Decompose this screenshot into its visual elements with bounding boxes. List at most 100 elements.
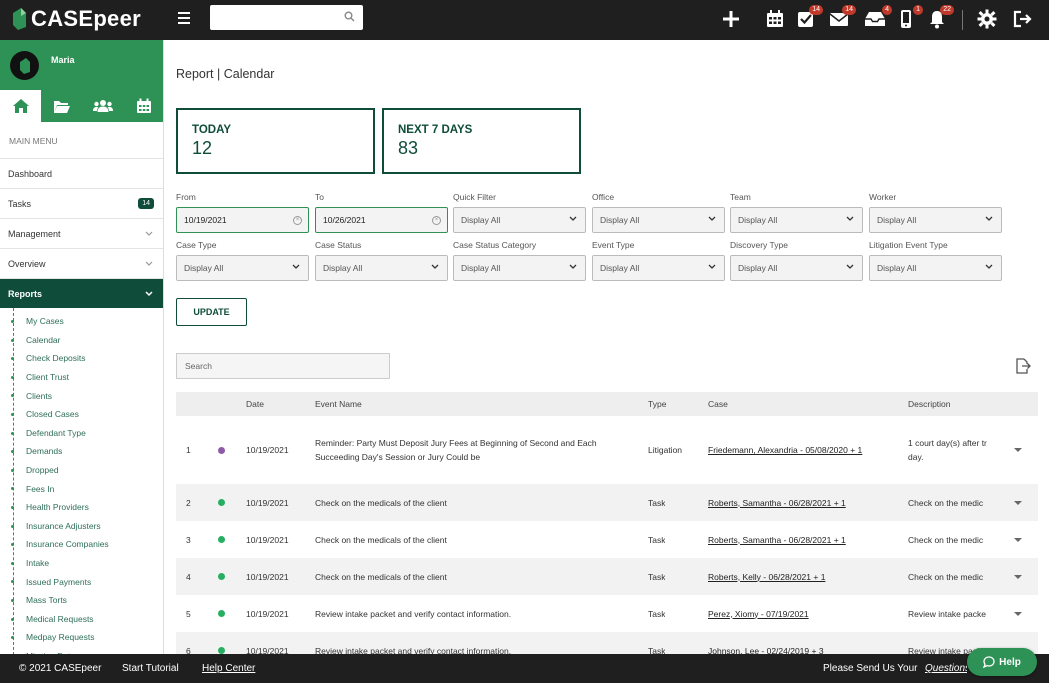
casepeer-logo[interactable]: CASEpeer xyxy=(10,4,141,34)
team-select[interactable]: Display All xyxy=(730,207,863,233)
report-link-missing-dates[interactable]: Missing Dates xyxy=(26,647,163,654)
office-label: Office xyxy=(592,192,615,202)
report-link-intake[interactable]: Intake xyxy=(11,554,163,573)
table-row[interactable]: 5 10/19/2021 Review intake packet and veri… xyxy=(176,595,1038,632)
report-link-client-trust[interactable]: Client Trust xyxy=(11,368,163,387)
to-date-input[interactable]: 10/26/2021 × xyxy=(315,207,448,233)
export-icon[interactable] xyxy=(1015,358,1031,374)
add-icon[interactable] xyxy=(720,8,742,30)
table-row[interactable]: 3 10/19/2021 Check on the medicals of the … xyxy=(176,521,1038,558)
event-date: 10/19/2021 xyxy=(246,534,289,545)
office-select[interactable]: Display All xyxy=(592,207,725,233)
help-center-link[interactable]: Help Center xyxy=(202,663,255,674)
worker-select[interactable]: Display All xyxy=(869,207,1002,233)
help-button[interactable]: Help xyxy=(967,648,1037,676)
sidebar-item-reports[interactable]: Reports xyxy=(0,278,163,308)
sidebar-item-tasks[interactable]: Tasks 14 xyxy=(0,188,163,218)
case-status-category-select[interactable]: Display All xyxy=(453,255,586,281)
event-type-select[interactable]: Display All xyxy=(592,255,725,281)
row-expand-icon[interactable] xyxy=(1014,448,1022,452)
case-link[interactable]: Perez, Xiomy - 07/19/2021 xyxy=(708,595,892,632)
row-expand-icon[interactable] xyxy=(1014,611,1022,616)
row-expand-icon[interactable] xyxy=(1014,500,1022,505)
tasks-icon[interactable]: 14 xyxy=(795,5,823,30)
from-date-input[interactable]: 10/19/2021 × xyxy=(176,207,309,233)
sidebar-item-dashboard[interactable]: Dashboard xyxy=(0,158,163,188)
case-status-select[interactable]: Display All xyxy=(315,255,448,281)
case-link[interactable]: Johnson, Lee - 02/24/2019 + 3 xyxy=(708,632,892,655)
gear-icon[interactable] xyxy=(976,8,998,30)
case-link[interactable]: Roberts, Kelly - 06/28/2021 + 1 xyxy=(708,558,892,595)
search-placeholder: Search xyxy=(185,361,212,371)
questions-link[interactable]: Questions xyxy=(925,663,967,674)
sidebar-item-label: Dashboard xyxy=(8,168,53,179)
report-link-issued-payments[interactable]: Issued Payments xyxy=(11,572,163,591)
avatar[interactable] xyxy=(10,51,39,80)
row-expand-icon[interactable] xyxy=(1014,574,1022,579)
event-name-header[interactable]: Event Name xyxy=(315,392,362,416)
logout-icon[interactable] xyxy=(1012,8,1034,30)
case-link[interactable]: Friedemann, Alexandria - 05/08/2020 + 1 xyxy=(708,416,892,484)
row-expand-icon[interactable] xyxy=(1014,537,1022,542)
discovery-type-select[interactable]: Display All xyxy=(730,255,863,281)
report-link-closed-cases[interactable]: Closed Cases xyxy=(11,405,163,424)
report-link-calendar[interactable]: Calendar xyxy=(11,331,163,350)
clear-icon[interactable]: × xyxy=(293,216,302,225)
table-body: 1 10/19/2021 Reminder: Party Must Deposit … xyxy=(176,416,1038,654)
report-link-check-deposits[interactable]: Check Deposits xyxy=(11,349,163,368)
report-link-demands[interactable]: Demands xyxy=(11,442,163,461)
table-search-input[interactable]: Search xyxy=(176,353,390,379)
case-header[interactable]: Case xyxy=(708,392,728,416)
table-row[interactable]: 1 10/19/2021 Reminder: Party Must Deposit … xyxy=(176,416,1038,484)
description-header[interactable]: Description xyxy=(908,392,951,416)
tab-contacts[interactable] xyxy=(82,90,123,122)
calendar-icon[interactable] xyxy=(764,8,786,30)
update-button[interactable]: UPDATE xyxy=(176,298,247,326)
report-link-my-cases[interactable]: My Cases xyxy=(11,312,163,331)
today-card[interactable]: TODAY 12 xyxy=(176,108,375,174)
to-label: To xyxy=(315,192,324,202)
litigation-event-type-label: Litigation Event Type xyxy=(869,240,948,250)
start-tutorial-link[interactable]: Start Tutorial xyxy=(122,663,179,674)
bell-icon[interactable]: 22 xyxy=(926,5,954,30)
quick-filter-select[interactable]: Display All xyxy=(453,207,586,233)
case-link[interactable]: Roberts, Samantha - 06/28/2021 + 1 xyxy=(708,484,892,521)
case-link[interactable]: Roberts, Samantha - 06/28/2021 + 1 xyxy=(708,521,892,558)
case-type-select[interactable]: Display All xyxy=(176,255,309,281)
report-link-defendant-type[interactable]: Defendant Type xyxy=(11,424,163,443)
inbox-icon[interactable]: 4 xyxy=(864,5,892,30)
phone-icon[interactable]: 1 xyxy=(895,5,923,30)
logo-icon xyxy=(13,8,26,30)
litigation-event-type-select[interactable]: Display All xyxy=(869,255,1002,281)
report-link-insurance-adjusters[interactable]: Insurance Adjusters xyxy=(11,517,163,536)
date-header[interactable]: Date xyxy=(246,392,264,416)
global-search-input[interactable] xyxy=(210,5,363,30)
next-7-days-card[interactable]: NEXT 7 DAYS 83 xyxy=(382,108,581,174)
table-row[interactable]: 4 10/19/2021 Check on the medicals of the … xyxy=(176,558,1038,595)
report-link-fees-in[interactable]: Fees In xyxy=(11,479,163,498)
report-link-clients[interactable]: Clients xyxy=(11,386,163,405)
logo-mark-icon xyxy=(19,57,30,74)
table-row[interactable]: 6 10/19/2021 Review intake packet and veri… xyxy=(176,632,1038,654)
worker-label: Worker xyxy=(869,192,897,202)
sidebar-item-management[interactable]: Management xyxy=(0,218,163,248)
type-header[interactable]: Type xyxy=(648,392,666,416)
tab-cases[interactable] xyxy=(41,90,82,122)
tab-home[interactable] xyxy=(0,90,41,122)
reports-submenu: My Cases Calendar Check Deposits Client Tru… xyxy=(0,308,163,654)
report-link-insurance-companies[interactable]: Insurance Companies xyxy=(11,535,163,554)
report-link-medpay-requests[interactable]: Medpay Requests xyxy=(11,628,163,647)
mail-icon[interactable]: 14 xyxy=(828,5,856,30)
report-link-medical-requests[interactable]: Medical Requests xyxy=(11,610,163,629)
sidebar-item-overview[interactable]: Overview xyxy=(0,248,163,278)
clear-icon[interactable]: × xyxy=(432,216,441,225)
report-link-dropped[interactable]: Dropped xyxy=(11,461,163,480)
event-date: 10/19/2021 xyxy=(246,445,289,455)
select-value: Display All xyxy=(461,263,501,273)
report-link-mass-torts[interactable]: Mass Torts xyxy=(11,591,163,610)
tab-calendar[interactable] xyxy=(123,90,163,122)
table-row[interactable]: 2 10/19/2021 Check on the medicals of the … xyxy=(176,484,1038,521)
report-link-health-providers[interactable]: Health Providers xyxy=(11,498,163,517)
hamburger-menu-icon[interactable] xyxy=(178,11,190,25)
chevron-down-icon xyxy=(569,264,577,269)
